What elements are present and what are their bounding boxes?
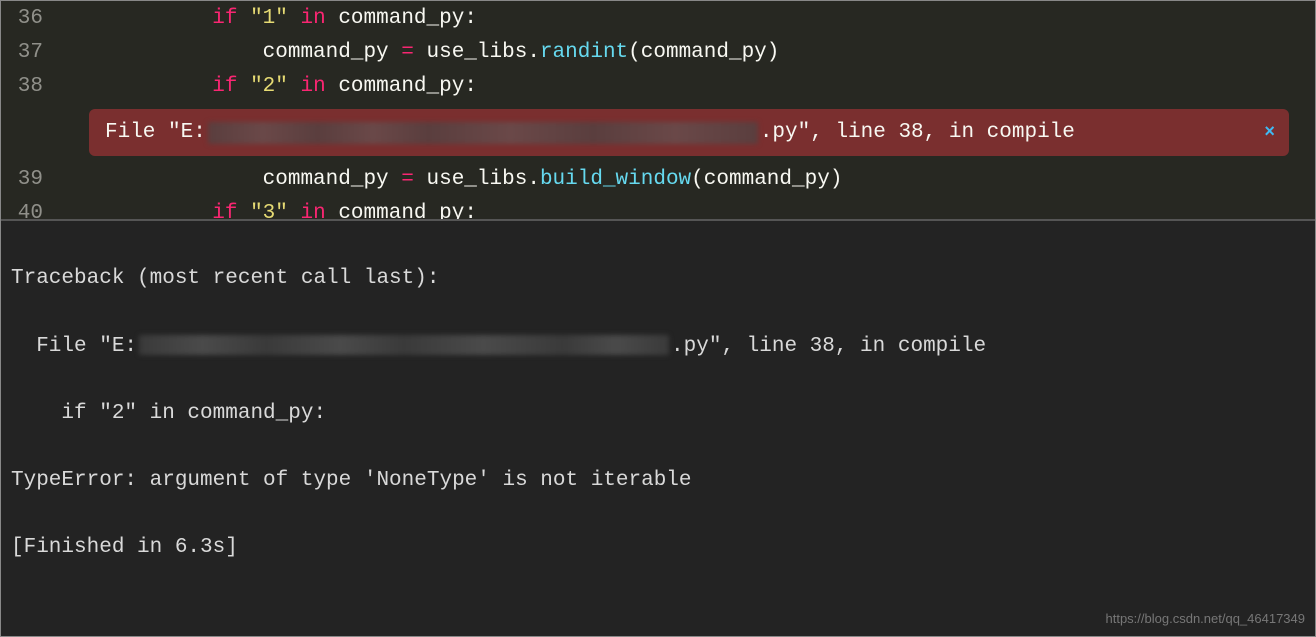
- line-number: 37: [1, 41, 61, 64]
- redacted-path: [139, 335, 669, 355]
- error-file-suffix: .py", line 38, in compile: [760, 121, 1075, 144]
- code-line[interactable]: 39 command_py = use_libs.build_window(co…: [1, 162, 1315, 196]
- console-line: Traceback (most recent call last):: [11, 262, 1305, 296]
- console-line: if "2" in command_py:: [11, 397, 1305, 431]
- console-line: [Finished in 6.3s]: [11, 531, 1305, 565]
- line-number: 36: [1, 7, 61, 30]
- line-number: 39: [1, 168, 61, 191]
- code-content: if "1" in command_py:: [61, 7, 1315, 30]
- code-line[interactable]: 36 if "1" in command_py:: [1, 1, 1315, 35]
- console-line: File "E:.py", line 38, in compile: [11, 330, 1305, 364]
- watermark: https://blog.csdn.net/qq_46417349: [1106, 609, 1306, 630]
- console-line: TypeError: argument of type 'NoneType' i…: [11, 464, 1305, 498]
- code-content: if "2" in command_py:: [61, 75, 1315, 98]
- code-line[interactable]: 37 command_py = use_libs.randint(command…: [1, 35, 1315, 69]
- code-line[interactable]: 38 if "2" in command_py:: [1, 69, 1315, 103]
- code-content: command_py = use_libs.randint(command_py…: [61, 41, 1315, 64]
- code-content: command_py = use_libs.build_window(comma…: [61, 168, 1315, 191]
- inline-error-banner: File "E: .py", line 38, in compile ×: [89, 109, 1289, 156]
- error-file-prefix: File "E:: [105, 121, 206, 144]
- close-icon[interactable]: ×: [1264, 123, 1275, 143]
- redacted-path: [208, 122, 758, 144]
- output-console[interactable]: Traceback (most recent call last): File …: [1, 219, 1315, 636]
- line-number: 38: [1, 75, 61, 98]
